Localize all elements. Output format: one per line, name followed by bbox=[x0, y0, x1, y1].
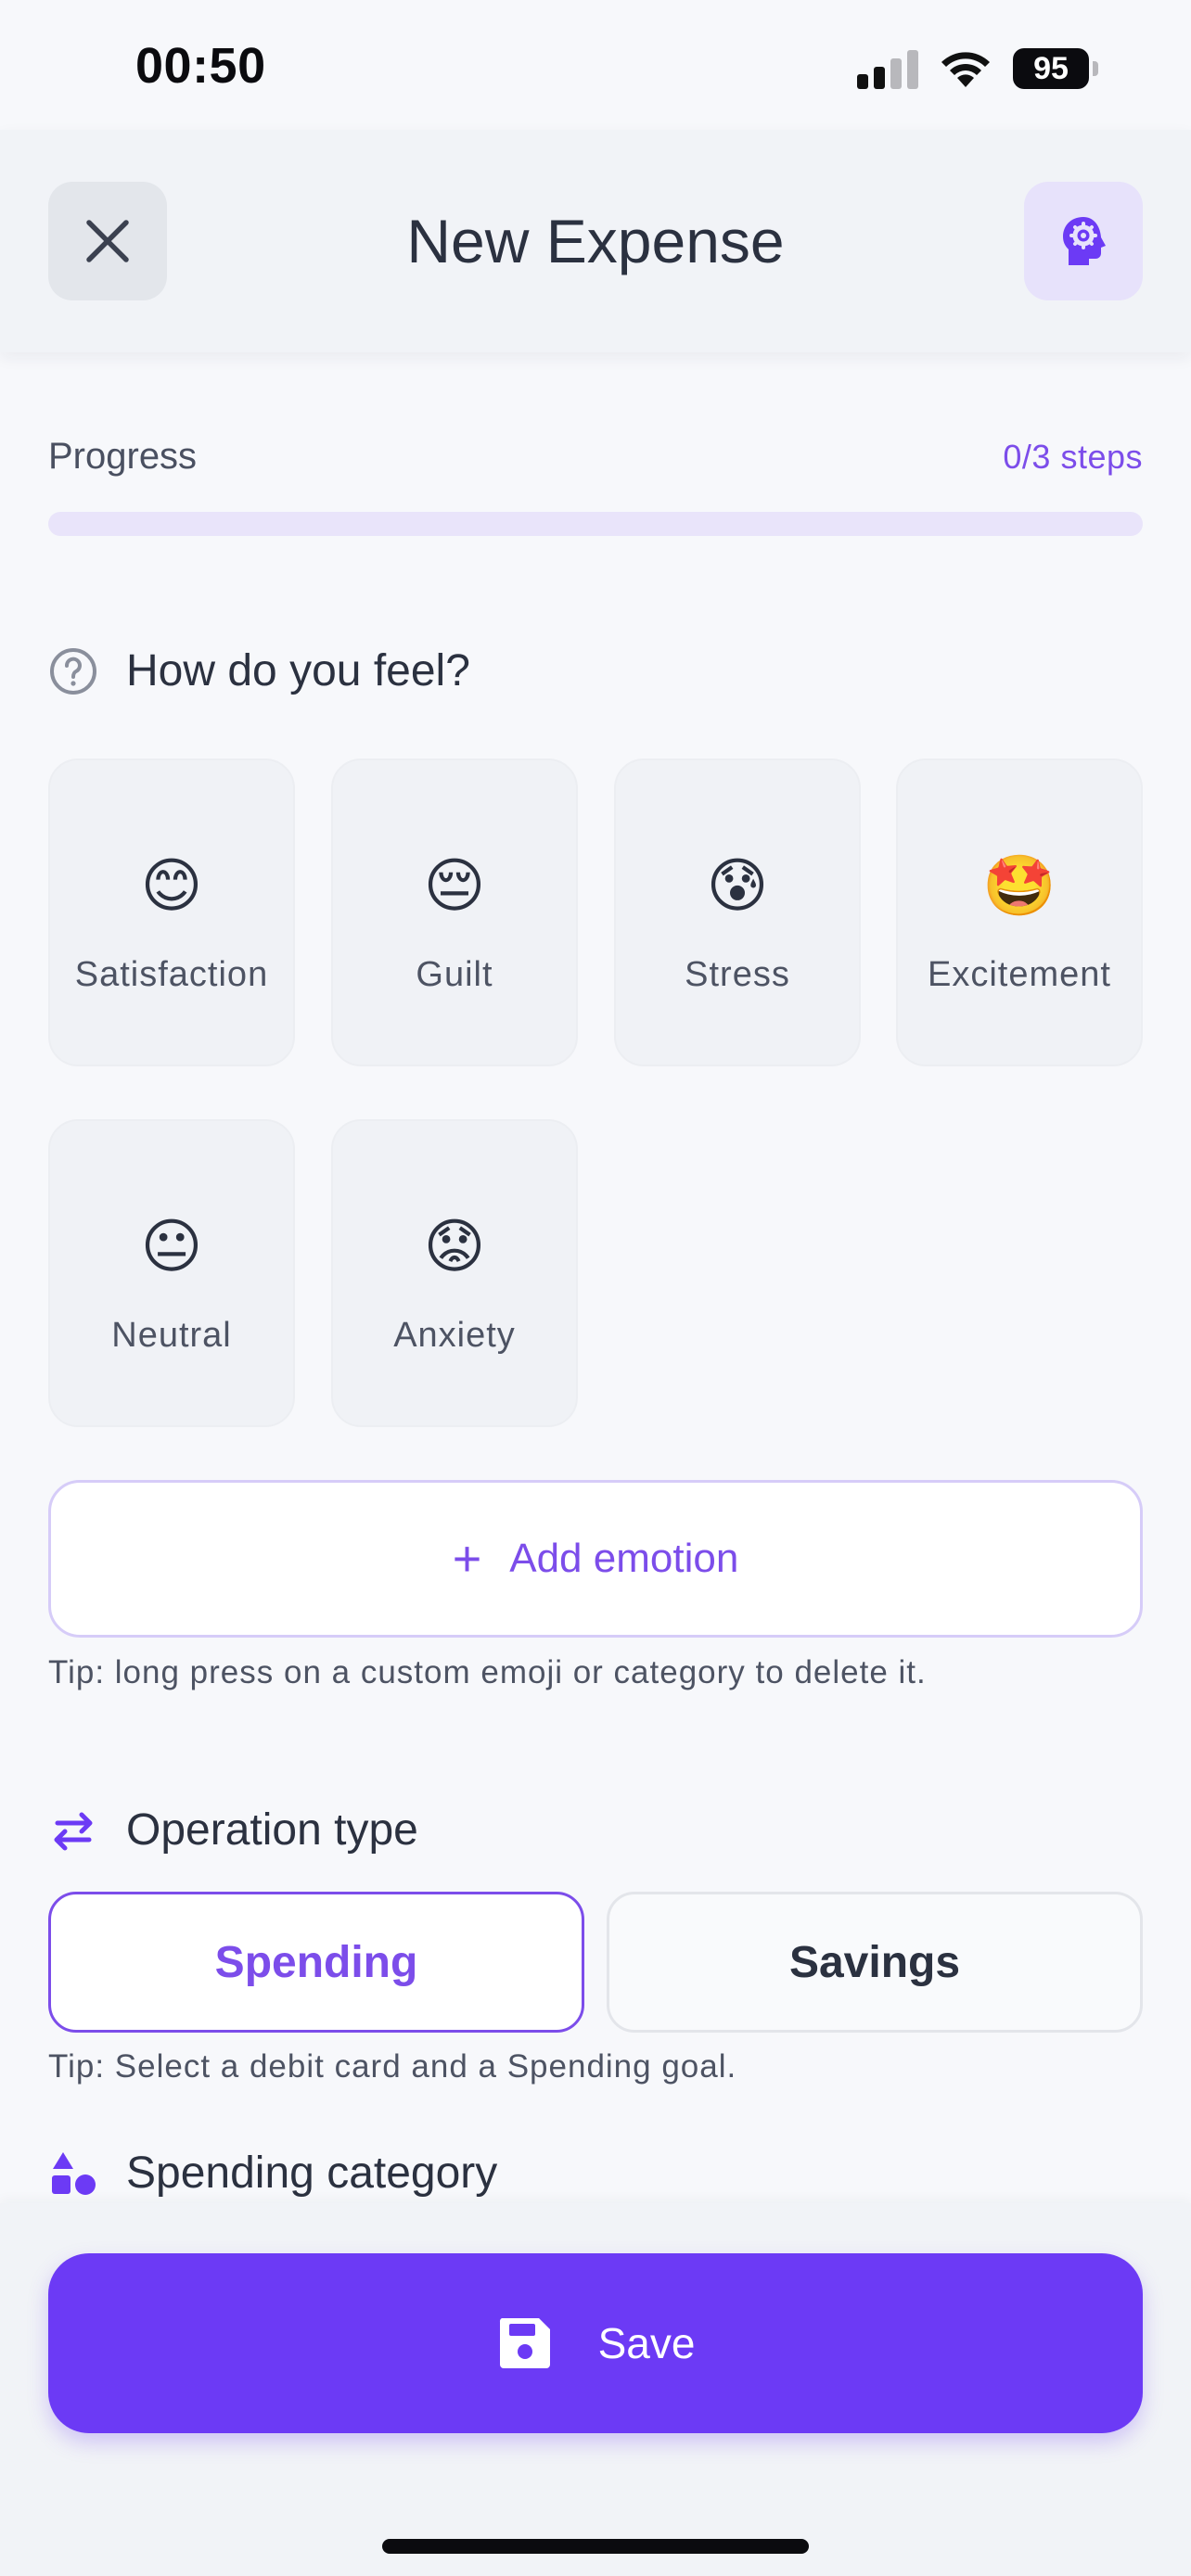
emotion-option-satisfaction[interactable]: 😊 Satisfaction bbox=[48, 759, 295, 1066]
page-title: New Expense bbox=[406, 207, 785, 275]
progress-steps: 0/3 steps bbox=[1003, 438, 1143, 476]
operation-section-title: Operation type bbox=[126, 1805, 418, 1855]
shapes-icon bbox=[52, 2151, 96, 2195]
category-section-header: Spending category bbox=[48, 2148, 497, 2199]
ai-assistant-button[interactable] bbox=[1024, 182, 1143, 300]
swap-arrows-icon bbox=[54, 1812, 93, 1850]
emotion-option-excitement[interactable]: 🤩 Excitement bbox=[896, 759, 1143, 1066]
emotion-option-anxiety[interactable]: 😟 Anxiety bbox=[331, 1119, 578, 1427]
emoji-icon: 😟 bbox=[423, 1213, 486, 1282]
emotion-label: Anxiety bbox=[393, 1316, 516, 1355]
emotion-label: Excitement bbox=[928, 955, 1111, 994]
operation-type-savings[interactable]: Savings bbox=[607, 1892, 1143, 2033]
emotion-tip: Tip: long press on a custom emoji or cat… bbox=[48, 1654, 927, 1690]
category-section-title: Spending category bbox=[126, 2149, 498, 2198]
new-expense-screen: 00:50 95 New Expense Progress 0/3 steps … bbox=[0, 0, 1191, 2576]
home-indicator bbox=[382, 2539, 809, 2554]
brain-gear-icon bbox=[1063, 217, 1106, 265]
emoji-icon: 🤩 bbox=[982, 852, 1057, 921]
operation-type-spending[interactable]: Spending bbox=[48, 1892, 584, 2033]
save-label: Save bbox=[597, 2319, 696, 2367]
feel-section-header: How do you feel? bbox=[48, 645, 470, 696]
plus-icon: + bbox=[452, 1531, 482, 1587]
add-emotion-button[interactable]: + Add emotion bbox=[48, 1480, 1143, 1638]
help-circle-icon[interactable] bbox=[48, 646, 98, 696]
battery-icon: 95 bbox=[1013, 48, 1089, 89]
operation-section-header: Operation type bbox=[48, 1804, 418, 1855]
emoji-icon: 😰 bbox=[706, 852, 769, 921]
emoji-icon: 😔 bbox=[423, 852, 486, 921]
emotion-label: Guilt bbox=[416, 955, 493, 994]
progress-bar bbox=[48, 512, 1143, 536]
close-icon bbox=[86, 220, 129, 262]
add-emotion-label: Add emotion bbox=[509, 1536, 739, 1581]
close-button[interactable] bbox=[48, 182, 167, 300]
emotion-option-guilt[interactable]: 😔 Guilt bbox=[331, 759, 578, 1066]
floppy-disk-icon bbox=[499, 2318, 550, 2368]
operation-tip: Tip: Select a debit card and a Spending … bbox=[48, 2048, 737, 2085]
emotion-label: Neutral bbox=[111, 1316, 232, 1355]
status-time: 00:50 bbox=[135, 38, 266, 94]
emotion-option-neutral[interactable]: 😐 Neutral bbox=[48, 1119, 295, 1427]
emoji-icon: 😐 bbox=[140, 1213, 203, 1282]
cellular-signal-icon bbox=[857, 50, 918, 89]
feel-section-title: How do you feel? bbox=[126, 646, 470, 695]
wifi-icon bbox=[941, 52, 990, 87]
emotion-label: Stress bbox=[685, 955, 790, 994]
progress-label: Progress bbox=[48, 436, 198, 477]
emotion-option-stress[interactable]: 😰 Stress bbox=[614, 759, 861, 1066]
battery-tip bbox=[1093, 61, 1098, 76]
top-navigation-bar: New Expense bbox=[0, 130, 1191, 352]
save-button[interactable]: Save bbox=[48, 2253, 1143, 2433]
bottom-action-bar: Save bbox=[0, 2203, 1191, 2576]
emotion-label: Satisfaction bbox=[74, 955, 269, 994]
status-bar: 00:50 95 bbox=[0, 0, 1191, 130]
emoji-icon: 😊 bbox=[140, 852, 203, 921]
